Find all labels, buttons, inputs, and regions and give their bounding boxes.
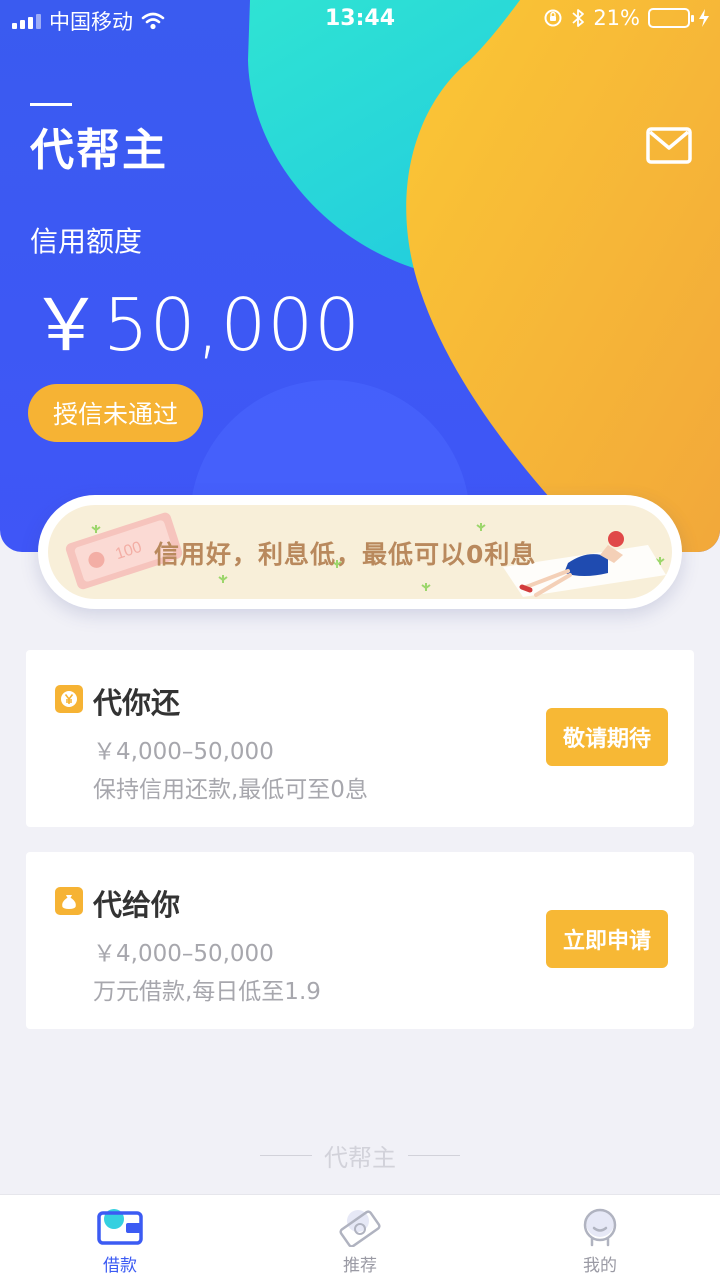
apply-now-button[interactable]: 立即申请 xyxy=(546,910,668,968)
product-description: 万元借款,每日低至1.9 xyxy=(93,979,321,1005)
app-title: 代帮主 xyxy=(30,125,168,176)
divider xyxy=(260,1155,312,1156)
promo-banner-inner: 100 信用好，利息低，最低可以0利息 xyxy=(48,505,672,599)
profile-icon xyxy=(583,1208,617,1247)
mail-icon xyxy=(646,127,692,164)
tab-label: 借款 xyxy=(103,1256,137,1276)
divider xyxy=(408,1155,460,1156)
promo-banner-text: 信用好，利息低，最低可以0利息 xyxy=(154,540,537,569)
charging-bolt-icon xyxy=(699,9,709,27)
promo-banner[interactable]: 100 信用好，利息低，最低可以0利息 xyxy=(38,495,682,609)
tab-bar: 借款 推荐 我的 xyxy=(0,1194,720,1280)
yen-coin-icon xyxy=(55,685,83,713)
tab-profile[interactable]: 我的 xyxy=(480,1195,720,1280)
tab-label: 推荐 xyxy=(343,1256,377,1276)
product-range: ￥4,000–50,000 xyxy=(93,941,274,967)
battery-percent: 21% xyxy=(593,6,640,30)
tab-label: 我的 xyxy=(583,1256,617,1276)
credit-limit-label: 信用额度 xyxy=(30,225,143,258)
money-bag-icon xyxy=(55,887,83,915)
credit-limit-amount: ￥50,000 xyxy=(30,283,361,367)
wallet-icon xyxy=(97,1209,143,1245)
bluetooth-icon xyxy=(572,9,585,27)
coming-soon-button[interactable]: 敬请期待 xyxy=(546,708,668,766)
credit-status-button[interactable]: 授信未通过 xyxy=(28,384,203,442)
tab-loan[interactable]: 借款 xyxy=(0,1195,240,1280)
product-title: 代给你 xyxy=(93,888,181,922)
brand-underline xyxy=(30,103,72,106)
product-card-repay[interactable]: 代你还 ￥4,000–50,000 保持信用还款,最低可至0息 敬请期待 xyxy=(26,650,694,827)
product-description: 保持信用还款,最低可至0息 xyxy=(93,777,368,803)
product-range: ￥4,000–50,000 xyxy=(93,739,274,765)
footer-brand: 代帮主 xyxy=(0,1138,720,1173)
status-bar: 中国移动 13:44 21% xyxy=(0,0,720,38)
money-note-icon xyxy=(339,1210,381,1247)
product-title: 代你还 xyxy=(93,686,181,720)
product-card-loan[interactable]: 代给你 ￥4,000–50,000 万元借款,每日低至1.9 立即申请 xyxy=(26,852,694,1029)
tab-recommend[interactable]: 推荐 xyxy=(240,1195,480,1280)
orientation-lock-icon xyxy=(544,9,562,27)
battery-icon xyxy=(648,8,694,28)
footer-brand-text: 代帮主 xyxy=(324,1144,396,1172)
mail-button[interactable] xyxy=(646,126,692,166)
